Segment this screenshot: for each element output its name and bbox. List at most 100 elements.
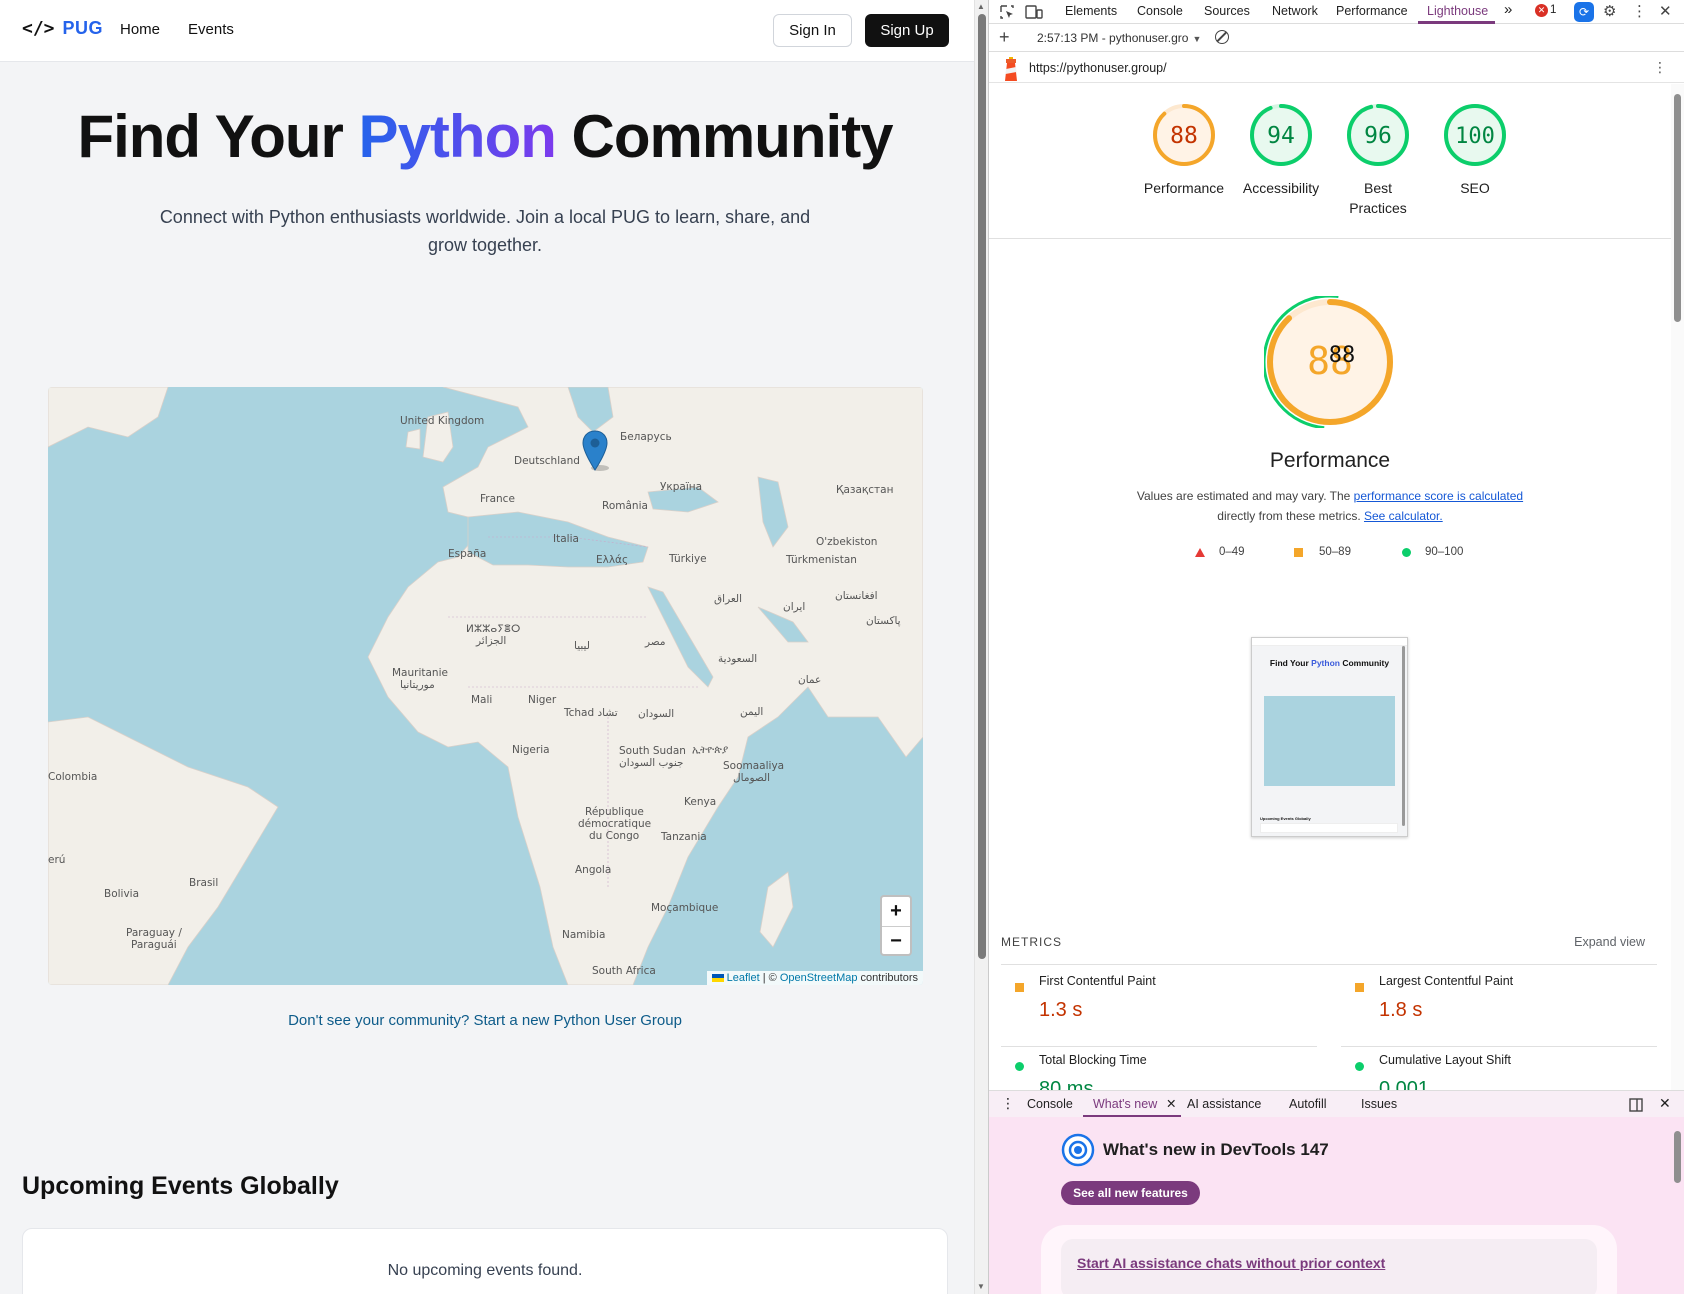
close-tab-x-icon[interactable]: ✕ [1166, 1096, 1176, 1111]
device-toolbar-icon[interactable] [1025, 4, 1043, 20]
ukraine-flag-icon [711, 974, 724, 983]
error-count-badge[interactable]: ✕ 1 [1535, 4, 1556, 17]
map-label: مصر [645, 636, 666, 648]
customize-kebab-icon[interactable]: ⋮ [1632, 2, 1647, 20]
score-gauge-accessibility[interactable]: 94 Accessibility [1233, 102, 1329, 198]
inspect-element-icon[interactable] [999, 4, 1015, 20]
new-report-plus-icon[interactable]: + [999, 27, 1010, 48]
close-devtools-icon[interactable]: ✕ [1659, 2, 1672, 20]
metric-largest-contentful-paint: Largest Contentful Paint 1.8 s [1341, 971, 1657, 1047]
tab-console[interactable]: Console [1137, 4, 1183, 18]
map-attribution: Leaflet | © OpenStreetMap contributors [706, 971, 923, 985]
page-scrollbar[interactable]: ▲ ▼ [974, 0, 988, 1294]
tab-lighthouse[interactable]: Lighthouse [1427, 4, 1488, 18]
drawer-tab-whats-new[interactable]: What's new [1093, 1097, 1157, 1111]
settings-gear-icon[interactable]: ⚙ [1603, 2, 1616, 20]
map-label: Kenya [684, 796, 717, 808]
close-drawer-icon[interactable]: ✕ [1659, 1095, 1671, 1112]
drawer-scrollbar[interactable] [1671, 1117, 1684, 1294]
section-divider [989, 238, 1671, 239]
map-label: Brasil [189, 877, 219, 889]
sync-icon[interactable]: ⟳ [1574, 2, 1594, 22]
start-new-pug-link[interactable]: Don't see your community? Start a new Py… [0, 1012, 970, 1029]
tab-elements[interactable]: Elements [1065, 4, 1117, 18]
thumbnail-navbar [1252, 638, 1407, 646]
zoom-out-button[interactable]: − [882, 926, 910, 955]
dock-side-icon[interactable] [1629, 1098, 1643, 1112]
map-label: erú [48, 854, 66, 866]
scrollbar-thumb[interactable] [978, 14, 986, 959]
thumbnail-title-highlight: Python [1311, 658, 1340, 668]
tab-network[interactable]: Network [1272, 4, 1318, 18]
nav-events-link[interactable]: Events [188, 21, 234, 38]
report-selector[interactable]: 2:57:13 PM - pythonuser.gro ▼ [1037, 31, 1201, 45]
big-gauge-score-overlay: 88 [1329, 343, 1356, 368]
drawer-tab-autofill[interactable]: Autofill [1289, 1097, 1327, 1111]
metrics-title: METRICS [1001, 935, 1062, 949]
report-menu-kebab-icon[interactable]: ⋮ [1653, 59, 1667, 76]
report-scrollbar[interactable] [1671, 84, 1684, 1090]
gauge-label: Performance [1143, 180, 1225, 196]
map-label: Paraguay / [126, 927, 182, 939]
report-scrollbar-thumb[interactable] [1674, 94, 1681, 322]
brand-logo-link[interactable]: </> PUG [22, 18, 103, 39]
metric-first-contentful-paint: First Contentful Paint 1.3 s [1001, 971, 1317, 1047]
openstreetmap-link[interactable]: OpenStreetMap [780, 972, 858, 984]
drawer-tab-console[interactable]: Console [1027, 1097, 1073, 1111]
scroll-down-arrow-icon[interactable]: ▼ [977, 1282, 985, 1291]
map-label: Soomaaliya [723, 760, 785, 772]
sign-in-button[interactable]: Sign In [773, 14, 852, 47]
expand-view-toggle[interactable]: Expand view [1574, 935, 1645, 949]
score-gauge-performance[interactable]: 88 Performance [1136, 102, 1232, 198]
map-label: Nigeria [512, 744, 550, 756]
map-label: Moçambique [651, 902, 719, 914]
see-calculator-link[interactable]: See calculator. [1364, 509, 1443, 523]
performance-heading: Performance [1269, 449, 1391, 472]
zoom-in-button[interactable]: + [882, 897, 910, 926]
metric-total-blocking-time: Total Blocking Time 80 ms [1001, 1050, 1317, 1090]
metric-value: 1.3 s [1039, 999, 1083, 1021]
map-label: O'zbekiston [816, 536, 878, 548]
map-label: جنوب السودان [619, 757, 684, 769]
final-screenshot-thumbnail[interactable]: Find Your Python Community Upcoming Even… [1251, 637, 1408, 837]
gauge-label: SEO [1460, 180, 1490, 196]
sign-up-button[interactable]: Sign Up [865, 14, 949, 47]
drawer-tab-issues[interactable]: Issues [1361, 1097, 1397, 1111]
gauge-ring: 94 [1250, 104, 1312, 166]
map-label: ليبيا [574, 640, 590, 652]
chrome-devtools-logo-icon [1061, 1133, 1095, 1167]
hero-title-after: Community [555, 103, 894, 170]
metric-value: 1.8 s [1379, 999, 1423, 1021]
map-label: Angola [575, 864, 612, 876]
drawer-tabbar: ⋮ Console What's new ✕ AI assistance Aut… [989, 1090, 1684, 1118]
legend-pass-circle-icon [1402, 548, 1411, 560]
score-gauge-best-practices[interactable]: 96 Best Practices [1330, 102, 1426, 218]
score-gauge-seo[interactable]: 100 SEO [1427, 102, 1523, 198]
tab-sources[interactable]: Sources [1204, 4, 1250, 18]
clear-reports-icon[interactable] [1215, 30, 1229, 44]
scroll-up-arrow-icon[interactable]: ▲ [977, 2, 985, 11]
nav-home-link[interactable]: Home [120, 21, 160, 38]
map-label: Namibia [562, 929, 606, 941]
map-label: España [448, 548, 487, 560]
error-icon: ✕ [1535, 4, 1548, 17]
drawer-scrollbar-thumb[interactable] [1674, 1131, 1681, 1183]
performance-description: Values are estimated and may vary. The p… [1089, 486, 1571, 526]
leaflet-link[interactable]: Leaflet [727, 972, 760, 984]
active-tab-indicator [1418, 21, 1495, 24]
world-map[interactable]: United Kingdom Беларусь Deutschland Укра… [48, 387, 923, 985]
feature-link[interactable]: Start AI assistance chats without prior … [1077, 1255, 1385, 1271]
score-calculated-link[interactable]: performance score is calculated [1354, 489, 1523, 503]
gauge-ring: 100 [1444, 104, 1506, 166]
devtools-panel: Elements Console Sources Network Perform… [988, 0, 1684, 1294]
more-tabs-chevron-icon[interactable]: » [1504, 1, 1512, 18]
drawer-menu-kebab-icon[interactable]: ⋮ [1001, 1095, 1015, 1112]
see-all-features-button[interactable]: See all new features [1061, 1181, 1200, 1205]
thumbnail-events-card [1260, 823, 1398, 833]
map-marker-icon[interactable] [582, 430, 612, 472]
map-label: Deutschland [514, 455, 580, 467]
tab-performance[interactable]: Performance [1336, 4, 1408, 18]
gauge-ring: 96 [1347, 104, 1409, 166]
map-label: Україна [660, 481, 703, 493]
drawer-tab-ai-assistance[interactable]: AI assistance [1187, 1097, 1261, 1111]
